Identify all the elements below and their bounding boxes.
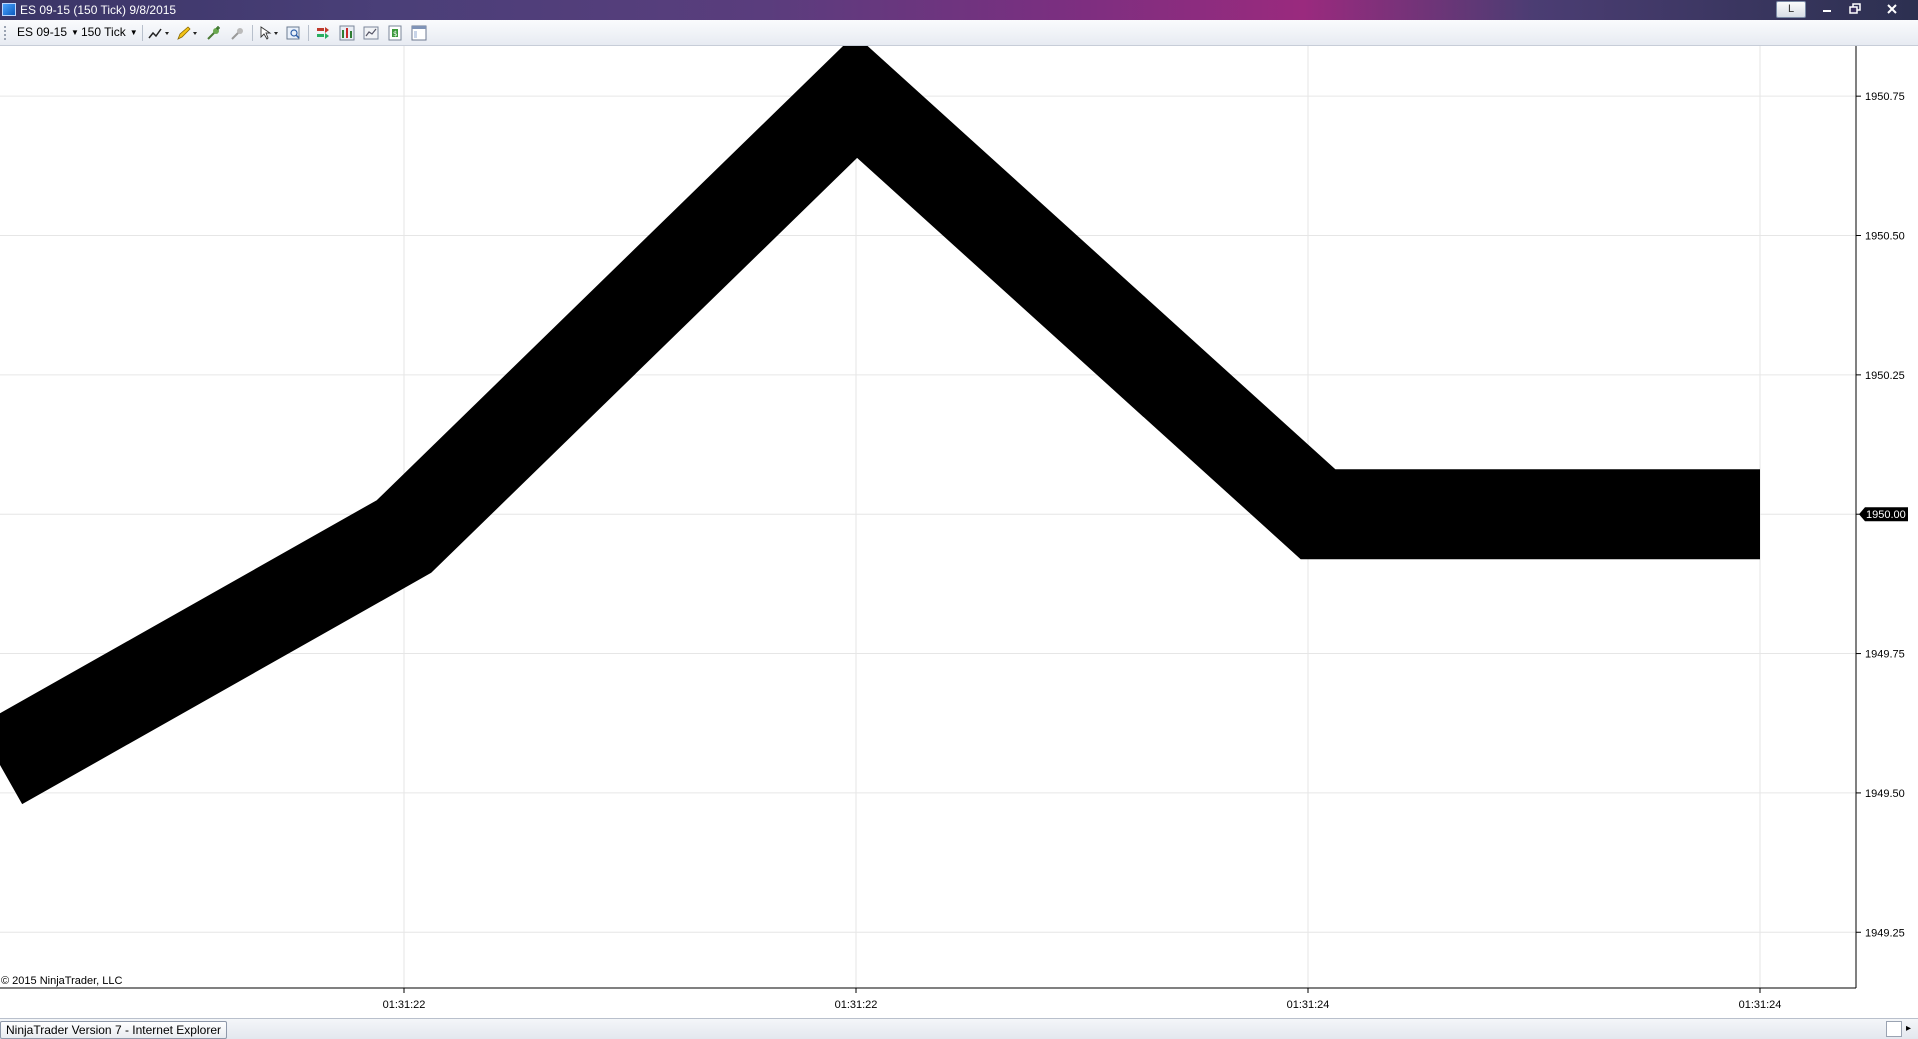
taskbar-window-button[interactable]: NinjaTrader Version 7 - Internet Explore…	[0, 1021, 227, 1039]
status-bar: NinjaTrader Version 7 - Internet Explore…	[0, 1018, 1918, 1039]
x-axis-ticks: 01:31:22 01:31:22 01:31:24 01:31:24	[383, 988, 1782, 1011]
chart-trader-icon[interactable]	[339, 25, 355, 41]
chart-toolbar: ES 09-15 ▼ 150 Tick ▼ $	[0, 20, 1918, 46]
chart-canvas[interactable]: 1950.75 1950.50 1950.25 1949.75 1949.50 1949.…	[0, 46, 1918, 1018]
x-tick-label: 01:31:24	[1287, 999, 1330, 1011]
layout-button[interactable]: L	[1776, 1, 1806, 18]
strategy-icon[interactable]	[230, 25, 246, 41]
copyright-label: © 2015 NinjaTrader, LLC	[1, 975, 122, 987]
y-tick-label: 1950.50	[1865, 231, 1905, 243]
line-chart-style-icon[interactable]	[148, 25, 172, 41]
x-tick-label: 01:31:22	[383, 999, 426, 1011]
x-tick-label: 01:31:24	[1739, 999, 1782, 1011]
price-chart[interactable]: 1950.75 1950.50 1950.25 1949.75 1949.50 1949.…	[0, 46, 1918, 1018]
instrument-label: ES 09-15	[17, 25, 68, 39]
properties-icon[interactable]	[411, 25, 427, 41]
instrument-selector[interactable]: ES 09-15 ▼	[17, 25, 79, 40]
scroll-box[interactable]	[1886, 1021, 1902, 1037]
scroll-right-icon[interactable]: ▸	[1906, 1021, 1911, 1037]
interval-label: 150 Tick	[81, 25, 126, 39]
close-icon[interactable]	[1872, 0, 1912, 18]
chevron-down-icon: ▼	[129, 28, 138, 37]
y-tick-label: 1949.75	[1865, 649, 1905, 661]
y-tick-label: 1949.25	[1865, 927, 1905, 939]
add-indicator-icon[interactable]	[206, 25, 222, 41]
indicators-icon[interactable]: $	[387, 25, 403, 41]
current-price-label: 1950.00	[1866, 509, 1906, 521]
price-series	[0, 46, 1760, 805]
current-price-marker: 1950.00	[1859, 507, 1908, 522]
cursor-pointer-icon[interactable]	[258, 25, 282, 41]
y-tick-label: 1950.25	[1865, 370, 1905, 382]
window-title-bar[interactable]: ES 09-15 (150 Tick) 9/8/2015 L	[0, 0, 1918, 20]
toolbar-divider	[142, 25, 143, 41]
y-tick-label: 1949.50	[1865, 788, 1905, 800]
x-tick-label: 01:31:22	[835, 999, 878, 1011]
interval-selector[interactable]: 150 Tick ▼	[81, 25, 138, 40]
toolbar-divider	[308, 25, 309, 41]
minimize-icon[interactable]	[1814, 0, 1840, 18]
price-line	[0, 46, 1760, 805]
svg-text:$: $	[393, 30, 397, 38]
y-tick-label: 1950.75	[1865, 91, 1905, 103]
window-title: ES 09-15 (150 Tick) 9/8/2015	[20, 3, 177, 17]
restore-icon[interactable]	[1842, 0, 1868, 18]
chevron-down-icon: ▼	[71, 28, 79, 37]
toolbar-grip[interactable]	[4, 26, 6, 40]
data-series-icon[interactable]	[363, 25, 379, 41]
drawing-tool-pencil-icon[interactable]	[176, 25, 200, 41]
trade-arrow-icon[interactable]	[315, 25, 331, 41]
zoom-icon[interactable]	[286, 25, 302, 41]
app-chart-icon	[2, 3, 16, 16]
toolbar-divider	[252, 25, 253, 41]
